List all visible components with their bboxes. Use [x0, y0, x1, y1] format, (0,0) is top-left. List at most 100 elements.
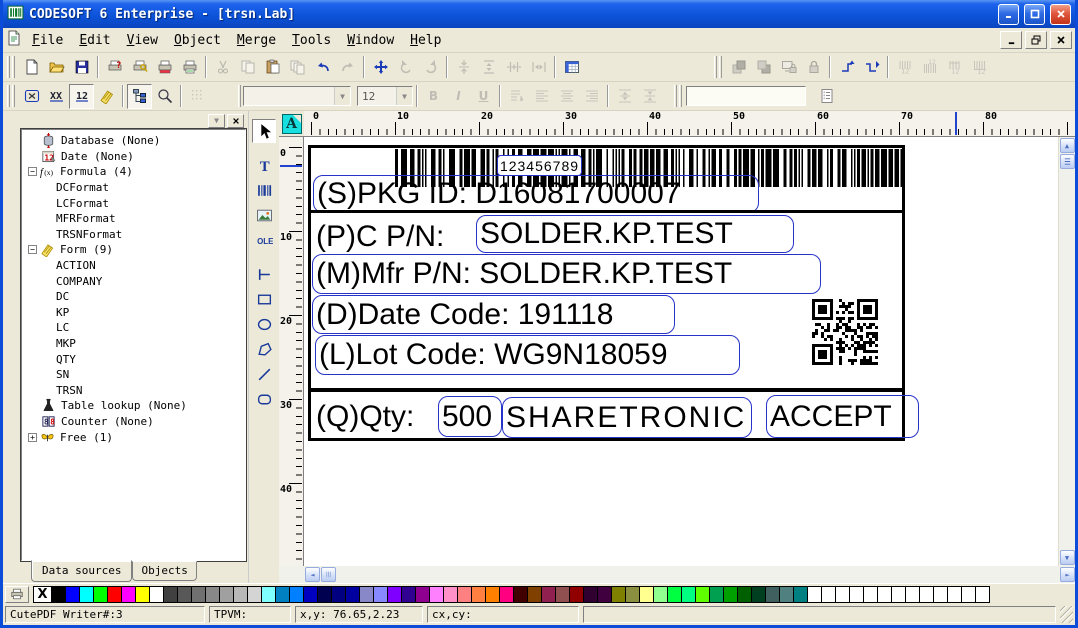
qty-value-object[interactable]: 500 [438, 396, 502, 437]
color-swatch[interactable] [443, 586, 458, 603]
color-swatch[interactable] [597, 586, 612, 603]
grid-button[interactable] [185, 84, 210, 109]
font-size-combo[interactable]: 12 ▼ [357, 86, 413, 106]
move-button[interactable] [368, 55, 393, 80]
color-swatch[interactable] [919, 586, 934, 603]
color-swatch[interactable] [625, 586, 640, 603]
child-restore-button[interactable] [1025, 31, 1047, 49]
color-swatch[interactable] [331, 586, 346, 603]
lock-button[interactable] [801, 55, 826, 80]
color-swatch[interactable] [345, 586, 360, 603]
tree-item-database-none[interactable]: Database (None) [22, 133, 245, 149]
duplicate-button[interactable] [285, 55, 310, 80]
tree-item-sn[interactable]: SN [22, 367, 245, 383]
expand-icon[interactable]: + [28, 433, 37, 442]
color-swatch[interactable] [205, 586, 220, 603]
color-swatch[interactable] [303, 586, 318, 603]
color-swatch[interactable] [555, 586, 570, 603]
menu-tools[interactable]: Tools [284, 31, 339, 50]
color-swatch[interactable] [653, 586, 668, 603]
color-swatch[interactable] [415, 586, 430, 603]
copy-button[interactable] [235, 55, 260, 80]
save-button[interactable] [69, 55, 94, 80]
toolbar-grip[interactable] [238, 85, 241, 107]
pkg-id-object[interactable]: (S)PKG ID: D16081700007 [313, 175, 759, 213]
color-swatch[interactable] [779, 586, 794, 603]
insert-var-button[interactable] [19, 84, 44, 109]
color-swatch[interactable] [709, 586, 724, 603]
color-swatch[interactable] [513, 586, 528, 603]
undo-button[interactable] [310, 55, 335, 80]
color-swatch[interactable] [793, 586, 808, 603]
chevron-down-icon[interactable]: ▼ [334, 87, 350, 105]
tree-item-trsnformat[interactable]: TRSNFormat [22, 227, 245, 243]
page-select-button[interactable] [1060, 154, 1075, 169]
color-swatch[interactable] [163, 586, 178, 603]
toolbar-grip[interactable] [7, 85, 10, 107]
barcode-text-object[interactable]: 123456789 [497, 155, 582, 176]
cpn-label-object[interactable]: (P)C P/N: [316, 220, 444, 254]
tab-objects[interactable]: Objects [132, 561, 196, 581]
color-swatch[interactable] [247, 586, 262, 603]
color-swatch[interactable] [79, 586, 94, 603]
paste-button[interactable] [260, 55, 285, 80]
color-swatch[interactable] [93, 586, 108, 603]
panel-dropdown-button[interactable]: ▼ [208, 114, 225, 128]
color-swatch[interactable] [401, 586, 416, 603]
color-swatch[interactable] [275, 586, 290, 603]
tree-item-formula-4[interactable]: −f(x)Formula (4) [22, 164, 245, 180]
color-swatch[interactable] [429, 586, 444, 603]
color-swatch[interactable] [541, 586, 556, 603]
qty-label-object[interactable]: (Q)Qty: [316, 400, 414, 434]
color-swatch[interactable] [723, 586, 738, 603]
color-swatch[interactable] [891, 586, 906, 603]
no-color-swatch[interactable]: X [33, 586, 52, 603]
tree-item-lc[interactable]: LC [22, 320, 245, 336]
color-swatch[interactable] [387, 586, 402, 603]
flip-v-button[interactable] [834, 55, 859, 80]
tree-item-qty[interactable]: QTY [22, 351, 245, 367]
toolbar-grip[interactable] [719, 56, 722, 78]
tree-item-kp[interactable]: KP [22, 305, 245, 321]
roundrect-tool[interactable] [252, 387, 276, 411]
tree-item-dcformat[interactable]: DCFormat [22, 180, 245, 196]
scroll-track[interactable] [337, 567, 1059, 582]
tree-item-action[interactable]: ACTION [22, 258, 245, 274]
align-hgrow-button[interactable] [501, 55, 526, 80]
properties-list-button[interactable] [814, 84, 839, 109]
color-swatch[interactable] [149, 586, 164, 603]
italic-button[interactable]: I [446, 84, 471, 109]
screen-lock-button[interactable] [776, 55, 801, 80]
image-tool[interactable] [252, 203, 276, 227]
menu-object[interactable]: Object [166, 31, 229, 50]
tree-item-counter-none[interactable]: 88Counter (None) [22, 414, 245, 430]
document-icon[interactable] [6, 30, 22, 50]
print-preview-button[interactable]: ? [102, 55, 127, 80]
align-left-button[interactable] [529, 84, 554, 109]
valign-squeeze-button[interactable] [637, 84, 662, 109]
color-swatch[interactable] [289, 586, 304, 603]
color-swatch[interactable] [947, 586, 962, 603]
toolbar-grip[interactable] [12, 56, 15, 78]
printer-settings-button[interactable] [127, 55, 152, 80]
minimize-button[interactable] [998, 4, 1019, 25]
ellipse-tool[interactable] [252, 312, 276, 336]
color-swatch[interactable] [135, 586, 150, 603]
pointer-tool[interactable] [252, 119, 276, 143]
endline-tool[interactable] [252, 262, 276, 286]
barcode-num1-button[interactable]: 12 [892, 55, 917, 80]
color-swatch[interactable] [751, 586, 766, 603]
color-swatch[interactable] [485, 586, 500, 603]
color-swatch[interactable] [471, 586, 486, 603]
value-input[interactable] [686, 86, 806, 106]
tree-item-company[interactable]: COMPANY [22, 273, 245, 289]
date-code-object[interactable]: (D)Date Code: 191118 [312, 295, 675, 334]
color-swatch[interactable] [905, 586, 920, 603]
color-swatch[interactable] [583, 586, 598, 603]
color-swatch[interactable] [457, 586, 472, 603]
panel-close-button[interactable] [227, 114, 244, 128]
tree-item-lcformat[interactable]: LCFormat [22, 195, 245, 211]
tree-item-free-1[interactable]: +Free (1) [22, 429, 245, 445]
align-hshrink-button[interactable] [526, 55, 551, 80]
align-right-button[interactable] [579, 84, 604, 109]
